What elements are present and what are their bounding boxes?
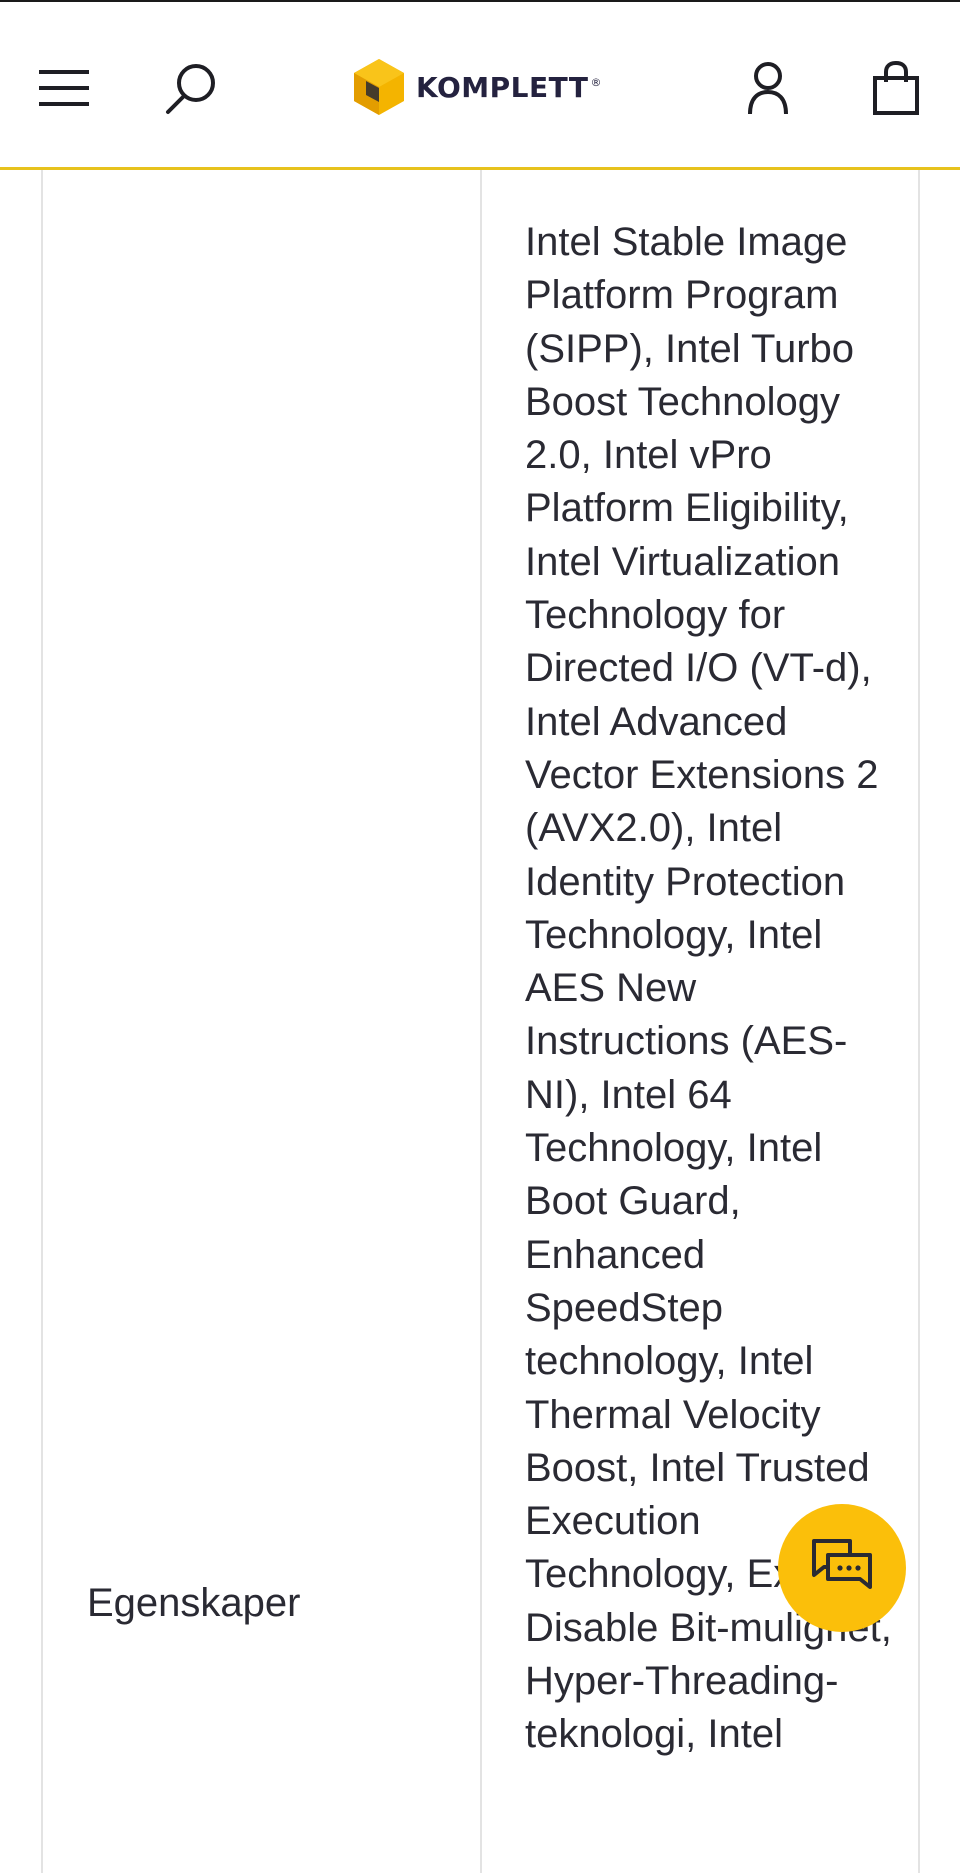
chat-button[interactable] [778,1504,906,1632]
shopping-bag-icon [873,60,919,115]
komplett-logo-mark [354,59,404,115]
search-button[interactable] [152,48,232,128]
hamburger-menu-icon [39,70,89,106]
menu-button[interactable] [24,48,104,128]
column-divider [480,170,482,1873]
site-header: KOMPLETT ® [0,2,960,170]
search-icon [166,64,215,114]
spec-label: Egenskaper [87,1581,301,1625]
komplett-logo[interactable]: KOMPLETT ® [352,52,612,122]
user-icon [748,62,788,115]
logo-wordmark: KOMPLETT ® [416,70,602,104]
page: KOMPLETT ® Egenskaper Intel Stable Image … [0,0,960,1873]
chat-bubbles-icon [812,1539,872,1589]
cart-button[interactable] [856,48,936,128]
account-button[interactable] [728,48,808,128]
spec-table: Egenskaper Intel Stable Image Platform P… [41,170,920,1873]
